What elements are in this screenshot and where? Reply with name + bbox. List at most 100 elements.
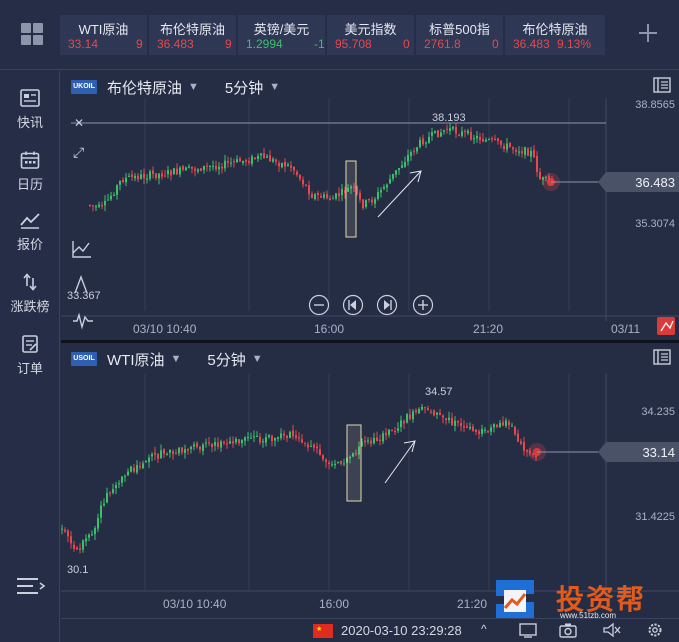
candle bbox=[134, 175, 136, 179]
mute-icon[interactable] bbox=[603, 622, 621, 638]
ticker-item[interactable]: 标普500指 2761.8 0 bbox=[416, 15, 503, 55]
candle bbox=[275, 159, 277, 162]
chevron-down-icon[interactable]: ▼ bbox=[188, 81, 199, 93]
candle bbox=[481, 429, 483, 434]
ticker-item[interactable]: 美元指数 95.708 0 bbox=[327, 15, 414, 55]
candle bbox=[434, 130, 436, 133]
candlestick-chart-wti[interactable]: 33.14 34.235 31.4225 34.57 30.1 03/10 10:40 16… bbox=[61, 343, 679, 618]
candle bbox=[332, 198, 334, 200]
candle bbox=[494, 138, 496, 140]
sidebar-item-calendar[interactable]: 日历 bbox=[0, 141, 60, 197]
candle bbox=[416, 147, 418, 152]
chart-panel-wti: 33.14 34.235 31.4225 34.57 30.1 03/10 10:40 16… bbox=[61, 343, 679, 618]
candle bbox=[239, 158, 241, 162]
candle bbox=[284, 161, 286, 167]
candle bbox=[245, 159, 247, 162]
candle bbox=[266, 156, 268, 158]
candle bbox=[197, 169, 199, 172]
candle bbox=[476, 135, 478, 139]
sidebar-item-movers[interactable]: 涨跌榜 bbox=[0, 263, 60, 319]
candle bbox=[521, 151, 523, 154]
period-selector[interactable]: 5分钟 bbox=[207, 349, 245, 370]
symbol-selector[interactable]: 布伦特原油 bbox=[107, 77, 182, 98]
low-price-label: 33.367 bbox=[67, 290, 101, 302]
chevron-down-icon[interactable]: ▼ bbox=[269, 81, 280, 93]
candlestick-chart-brent[interactable]: 36.483 38.8565 35.3074 38.193 33.367 03/10 10… bbox=[61, 71, 679, 341]
price-tick-label: 34.235 bbox=[641, 406, 675, 418]
candle bbox=[298, 437, 300, 439]
candle bbox=[160, 450, 162, 458]
candle bbox=[203, 165, 205, 171]
candle bbox=[407, 155, 409, 162]
add-symbol-button[interactable] bbox=[637, 22, 659, 44]
sidebar-item-news[interactable]: 快讯 bbox=[0, 79, 60, 135]
caret-up-icon[interactable]: ^ bbox=[481, 622, 487, 636]
candle bbox=[397, 428, 399, 431]
panel-settings-icon[interactable] bbox=[653, 349, 671, 365]
candle bbox=[422, 138, 424, 145]
candle bbox=[460, 423, 462, 426]
candle bbox=[436, 412, 438, 415]
candle bbox=[391, 430, 393, 432]
screen-icon[interactable] bbox=[519, 622, 537, 638]
candle bbox=[508, 421, 510, 426]
ticker-name: 英镑/美元 bbox=[253, 22, 310, 37]
ticker-item[interactable]: WTI原油 33.14 9 bbox=[60, 15, 147, 55]
candle bbox=[202, 444, 204, 451]
candle bbox=[268, 435, 270, 438]
candle bbox=[488, 139, 490, 141]
time-tick-label: 21:20 bbox=[473, 322, 503, 336]
camera-icon[interactable] bbox=[559, 622, 577, 638]
alert-icon[interactable] bbox=[657, 317, 675, 335]
candle bbox=[148, 457, 150, 462]
candle bbox=[448, 417, 450, 421]
sidebar-item-label: 快讯 bbox=[16, 115, 43, 130]
candle bbox=[470, 131, 472, 140]
wave-tool-icon[interactable] bbox=[73, 312, 93, 330]
sidebar-item-quote[interactable]: 报价 bbox=[0, 201, 60, 257]
candle bbox=[95, 206, 97, 208]
symbol-logo: UKOIL bbox=[71, 80, 97, 94]
china-flag-icon[interactable]: ★ bbox=[313, 624, 333, 638]
candle bbox=[230, 162, 232, 164]
period-selector[interactable]: 5分钟 bbox=[225, 77, 263, 98]
candle bbox=[212, 166, 214, 168]
chevron-down-icon[interactable]: ▼ bbox=[171, 353, 182, 365]
candle bbox=[430, 411, 432, 413]
chevron-down-icon[interactable]: ▼ bbox=[252, 353, 263, 365]
sidebar-item-orders[interactable]: 订单 bbox=[0, 325, 60, 381]
menu-icon[interactable] bbox=[16, 576, 46, 596]
candle bbox=[473, 138, 475, 140]
symbol-selector[interactable]: WTI原油 bbox=[107, 349, 165, 370]
candle bbox=[389, 179, 391, 184]
candle bbox=[506, 143, 508, 150]
candle bbox=[247, 437, 249, 439]
candle bbox=[442, 415, 444, 418]
app-window: WTI原油 33.14 9 布伦特原油 36.483 9 英镑/美元 1.299… bbox=[0, 0, 679, 642]
ticker-name: WTI原油 bbox=[78, 22, 129, 37]
status-bar: ★ 2020-03-10 23:29:28 ^ bbox=[61, 618, 679, 642]
price-tick-label: 31.4225 bbox=[635, 511, 675, 523]
ticker-item[interactable]: 布伦特原油 36.483 9.13% bbox=[505, 15, 605, 55]
candle bbox=[112, 489, 114, 493]
candle bbox=[277, 437, 279, 439]
ticker-item[interactable]: 英镑/美元 1.2994 -1 bbox=[238, 15, 325, 55]
time-tick-label: 16:00 bbox=[319, 597, 349, 611]
gear-icon[interactable] bbox=[646, 622, 664, 638]
panel-settings-icon[interactable] bbox=[653, 77, 671, 93]
candle bbox=[419, 139, 421, 148]
indicator-tool-icon[interactable] bbox=[72, 242, 90, 254]
symbol-logo: USOIL bbox=[71, 352, 97, 366]
candle bbox=[91, 534, 93, 536]
candle bbox=[388, 429, 390, 435]
candle bbox=[272, 158, 274, 162]
ticker-item[interactable]: 布伦特原油 36.483 9 bbox=[149, 15, 236, 55]
candle bbox=[250, 437, 252, 439]
candle bbox=[79, 548, 81, 550]
candle bbox=[313, 444, 315, 448]
grid-menu-icon[interactable] bbox=[18, 19, 46, 47]
candle bbox=[539, 171, 541, 180]
candle bbox=[335, 193, 337, 199]
candle bbox=[221, 166, 223, 169]
candle bbox=[238, 439, 240, 444]
